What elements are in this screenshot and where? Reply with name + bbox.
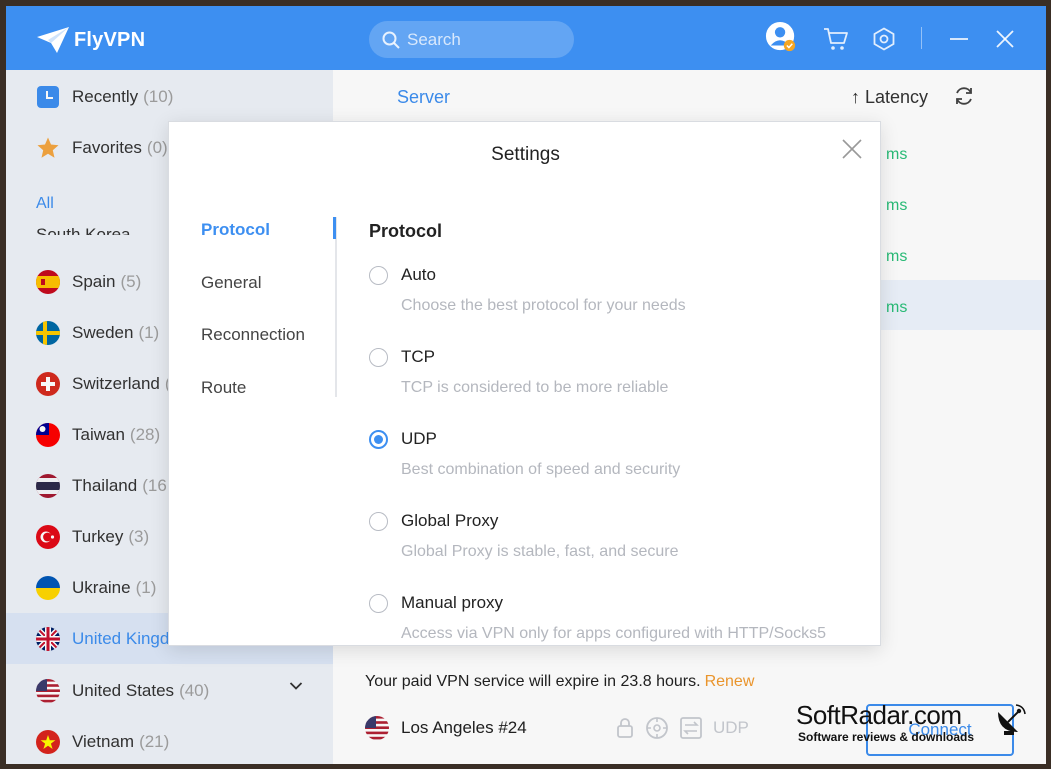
option-head: Manual proxy	[369, 593, 869, 613]
app-window: FlyVPN Search Recently (10) Favorites (0…	[6, 6, 1046, 764]
option-label: Manual proxy	[401, 593, 504, 612]
minimize-icon	[950, 38, 968, 40]
account-button[interactable]	[765, 21, 797, 53]
watermark-title: SoftRadar.com	[796, 700, 962, 730]
nav-general[interactable]: General	[201, 273, 261, 293]
dialog-close-icon[interactable]	[840, 137, 864, 161]
radio-button[interactable]	[369, 265, 388, 285]
nav-active-indicator	[333, 217, 336, 239]
radio-button[interactable]	[369, 593, 388, 613]
hexagon-gear-icon	[873, 27, 895, 51]
settings-dialog: Settings Protocol General Reconnection R…	[168, 121, 881, 646]
section-title: Protocol	[369, 221, 443, 241]
protocol-option-tcp[interactable]: TCP TCP is considered to be more reliabl…	[369, 347, 869, 397]
option-description: Access via VPN only for apps configured …	[401, 625, 827, 642]
app-logo: FlyVPN	[36, 26, 145, 54]
dialog-title: Settings	[491, 144, 560, 165]
search-input[interactable]	[407, 29, 557, 50]
paper-plane-logo-icon	[37, 27, 69, 53]
close-icon	[996, 30, 1014, 48]
option-head: Global Proxy	[369, 511, 869, 531]
protocol-option-auto[interactable]: Auto Choose the best protocol for your n…	[369, 265, 869, 315]
option-label: TCP	[401, 347, 435, 366]
cart-button[interactable]	[820, 23, 852, 55]
close-button[interactable]	[989, 23, 1021, 55]
settings-button[interactable]	[868, 23, 900, 55]
watermark-subtitle: Software reviews & downloads	[798, 730, 975, 744]
option-description: Global Proxy is stable, fast, and secure	[401, 543, 679, 560]
minimize-button[interactable]	[943, 23, 975, 55]
softradar-watermark: SoftRadar.com Software reviews & downloa…	[796, 700, 1036, 752]
user-avatar-icon	[765, 21, 796, 52]
app-name: FlyVPN	[74, 28, 146, 51]
radio-button[interactable]	[369, 511, 388, 531]
search-icon	[382, 31, 400, 49]
title-bar: FlyVPN	[6, 6, 1046, 70]
titlebar-divider	[921, 27, 922, 49]
option-description: TCP is considered to be more reliable	[401, 379, 669, 396]
nav-reconnection[interactable]: Reconnection	[201, 325, 305, 345]
protocol-option-global-proxy[interactable]: Global Proxy Global Proxy is stable, fas…	[369, 511, 869, 561]
radio-button-checked[interactable]	[369, 429, 388, 449]
satellite-dish-icon	[998, 704, 1026, 735]
option-label: UDP	[401, 429, 437, 448]
nav-route[interactable]: Route	[201, 378, 246, 398]
option-description: Best combination of speed and security	[401, 461, 681, 478]
protocol-option-manual-proxy[interactable]: Manual proxy Access via VPN only for app…	[369, 593, 869, 643]
protocol-option-udp[interactable]: UDP Best combination of speed and securi…	[369, 429, 869, 479]
nav-protocol[interactable]: Protocol	[201, 220, 270, 240]
option-description: Choose the best protocol for your needs	[401, 297, 686, 314]
settings-nav: Protocol General Reconnection Route	[201, 217, 337, 397]
shopping-cart-icon	[824, 28, 848, 50]
option-label: Global Proxy	[401, 511, 499, 530]
radio-button[interactable]	[369, 347, 388, 367]
option-label: Auto	[401, 265, 436, 284]
option-head: TCP	[369, 347, 869, 367]
search-box[interactable]	[369, 21, 574, 58]
option-head: Auto	[369, 265, 869, 285]
option-head: UDP	[369, 429, 869, 449]
